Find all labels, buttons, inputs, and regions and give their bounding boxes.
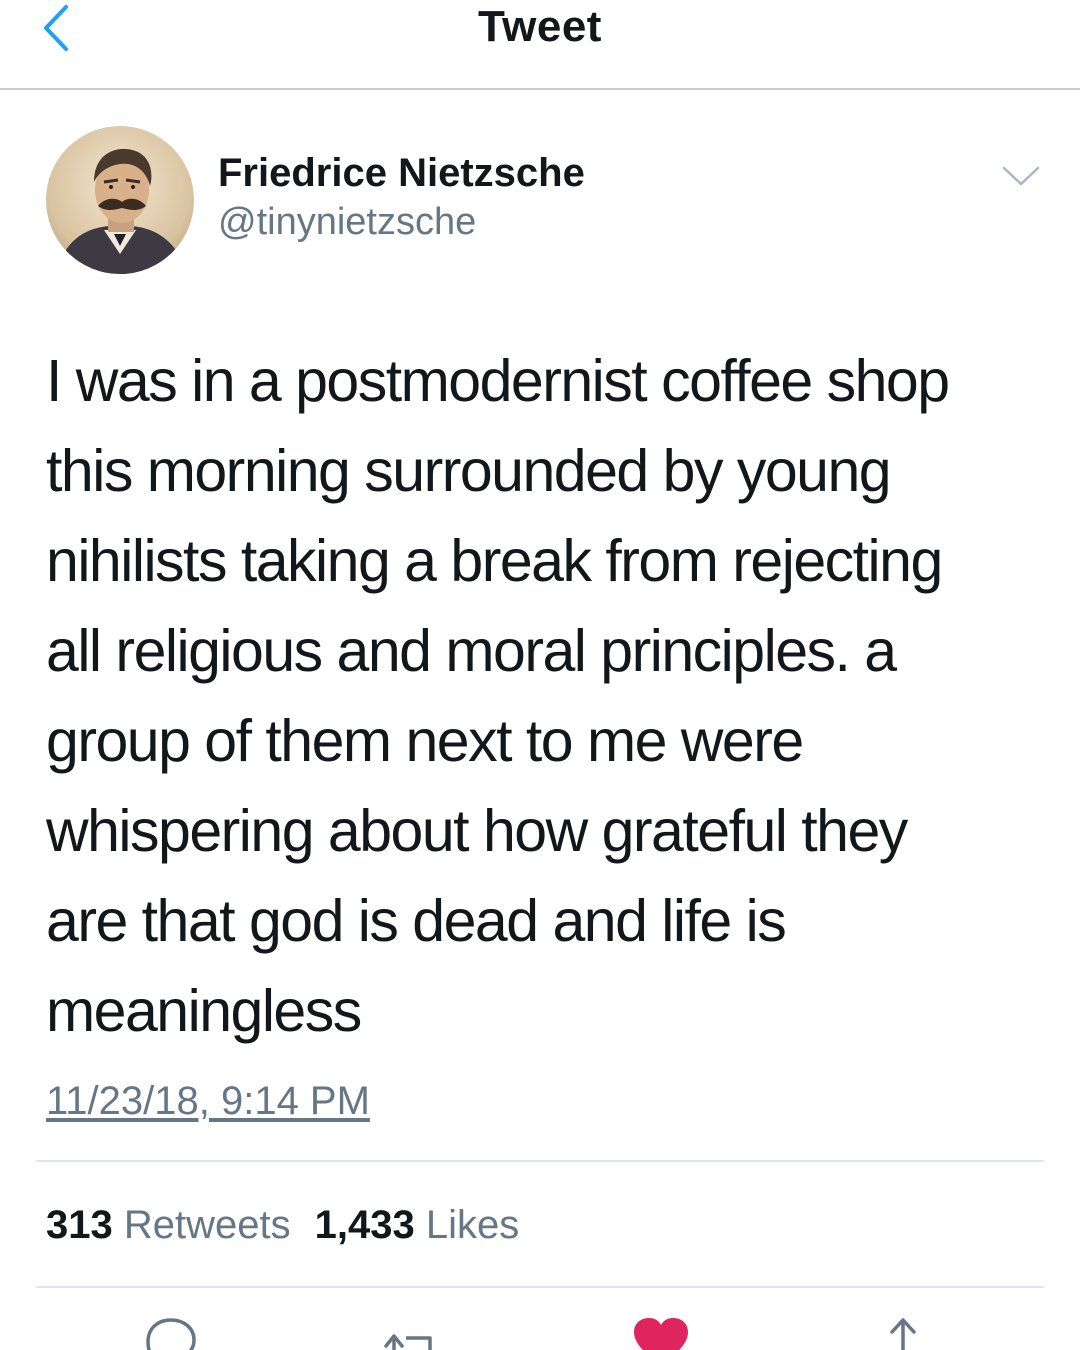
tweet-text: I was in a postmodernist coffee shop thi… <box>46 348 950 1044</box>
tweet-options-button[interactable] <box>998 158 1044 194</box>
divider <box>36 1160 1044 1162</box>
retweet-button[interactable] <box>376 1312 446 1350</box>
heart-icon <box>634 1318 688 1350</box>
retweets-count: 313 <box>46 1203 113 1247</box>
tweet-detail-screen: Tweet Friedrice Nietzsche @tinynietzsche… <box>0 0 1080 1350</box>
top-navigation-bar: Tweet <box>0 0 1080 90</box>
divider <box>36 1286 1044 1288</box>
like-button[interactable] <box>626 1312 696 1350</box>
author-display-name[interactable]: Friedrice Nietzsche <box>218 150 585 196</box>
share-button[interactable] <box>868 1312 938 1350</box>
retweet-icon <box>384 1334 432 1350</box>
share-icon <box>890 1318 916 1350</box>
reply-button[interactable] <box>136 1312 206 1350</box>
avatar[interactable] <box>46 126 194 274</box>
author-handle[interactable]: @tinynietzsche <box>218 200 476 244</box>
retweets-label: Retweets <box>123 1203 291 1247</box>
avatar-portrait-image <box>46 126 194 274</box>
page-title: Tweet <box>478 2 602 51</box>
chevron-down-icon <box>1002 166 1040 186</box>
tweet-timestamp[interactable]: 11/23/18, 9:14 PM <box>46 1076 370 1126</box>
tweet-stats: 313 Retweets 1,433 Likes <box>46 1200 519 1250</box>
likes-label: Likes <box>425 1203 520 1247</box>
likes-count: 1,433 <box>314 1203 415 1247</box>
reply-icon <box>146 1318 196 1350</box>
likes-stat[interactable]: 1,433 Likes <box>315 1200 520 1250</box>
retweets-stat[interactable]: 313 Retweets <box>46 1200 291 1250</box>
